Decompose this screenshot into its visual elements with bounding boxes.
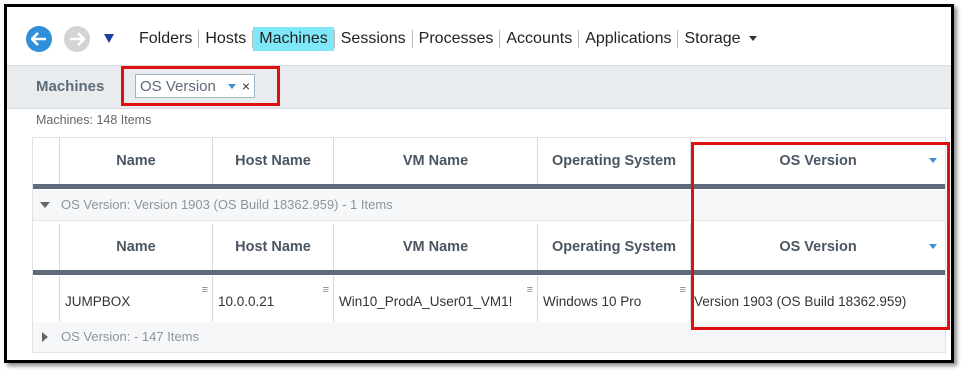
menu-applications[interactable]: Applications <box>579 27 677 51</box>
header-spacer <box>33 224 60 270</box>
column-header-operating-system[interactable]: Operating System <box>538 138 691 184</box>
arrow-left-icon <box>31 32 46 46</box>
item-count: Machines: 148 Items <box>36 113 152 127</box>
column-menu-icon[interactable]: ≡ <box>323 285 329 296</box>
menu-folders[interactable]: Folders <box>133 27 198 51</box>
column-header-name[interactable]: Name <box>60 138 213 184</box>
menu-storage[interactable]: Storage <box>678 27 762 51</box>
expand-icon[interactable] <box>42 332 48 342</box>
cell-vm-name: Win10_ProdA_User01_VM1! ≡ <box>334 276 538 327</box>
history-dropdown-icon[interactable] <box>104 34 114 43</box>
top-navigation: Folders Hosts Machines Sessions Processe… <box>7 7 951 65</box>
column-header-operating-system[interactable]: Operating System <box>538 224 691 270</box>
group-row-label: OS Version: - 147 Items <box>61 329 200 344</box>
cell-name: JUMPBOX ≡ <box>60 276 213 327</box>
menu-storage-label: Storage <box>684 30 741 47</box>
header-spacer <box>33 138 60 184</box>
cell-name-value: JUMPBOX <box>65 294 131 309</box>
group-bar-label: Machines <box>36 78 105 95</box>
cell-host-name: 10.0.0.21 ≡ <box>213 276 334 327</box>
cell-host-name-value: 10.0.0.21 <box>218 294 275 309</box>
column-header-name[interactable]: Name <box>60 224 213 270</box>
column-header-host-name[interactable]: Host Name <box>213 138 334 184</box>
cell-operating-system: Windows 10 Pro ≡ <box>538 276 691 327</box>
menu-processes[interactable]: Processes <box>413 27 500 51</box>
menu-sessions[interactable]: Sessions <box>335 27 412 51</box>
chevron-down-icon <box>748 36 757 42</box>
menu-machines[interactable]: Machines <box>253 27 334 51</box>
column-header-vm-name[interactable]: VM Name <box>334 138 538 184</box>
back-button[interactable] <box>26 26 52 52</box>
forward-button[interactable] <box>64 26 90 52</box>
column-menu-icon[interactable]: ≡ <box>680 285 686 296</box>
row-spacer <box>33 276 60 327</box>
column-header-host-name[interactable]: Host Name <box>213 224 334 270</box>
column-menu-icon[interactable]: ≡ <box>202 285 208 296</box>
annotation-highlight-column <box>691 142 950 330</box>
arrow-right-icon <box>70 32 85 46</box>
app-window: Folders Hosts Machines Sessions Processe… <box>4 4 954 363</box>
collapse-icon[interactable] <box>40 202 50 208</box>
menu-accounts[interactable]: Accounts <box>500 27 578 51</box>
group-row-label: OS Version: Version 1903 (OS Build 18362… <box>61 197 393 212</box>
annotation-highlight-chip <box>121 66 280 106</box>
cell-operating-system-value: Windows 10 Pro <box>543 294 642 309</box>
column-menu-icon[interactable]: ≡ <box>527 285 533 296</box>
column-header-vm-name[interactable]: VM Name <box>334 224 538 270</box>
menu-hosts[interactable]: Hosts <box>199 27 252 51</box>
cell-vm-name-value: Win10_ProdA_User01_VM1! <box>339 294 513 309</box>
main-menu: Folders Hosts Machines Sessions Processe… <box>133 27 763 51</box>
